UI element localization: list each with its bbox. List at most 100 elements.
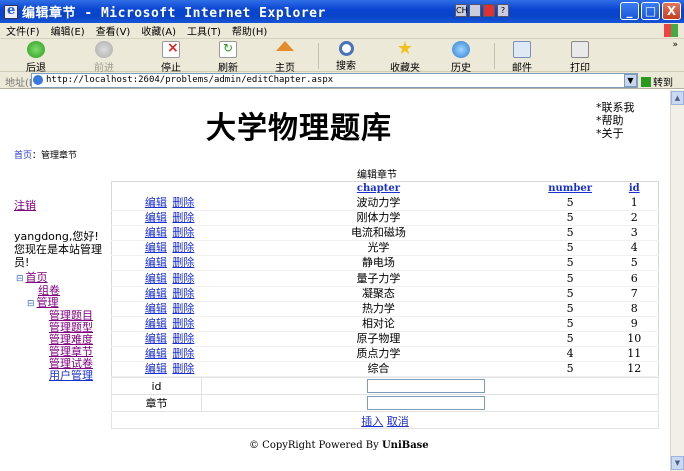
grid-header-chapter[interactable]: chapter: [227, 181, 530, 196]
menu-favorites[interactable]: 收藏(A): [141, 23, 176, 38]
menu-help[interactable]: 帮助(H): [232, 23, 267, 38]
chapter-input[interactable]: [367, 396, 485, 411]
delete-link[interactable]: 删除: [172, 272, 194, 285]
edit-link[interactable]: 编辑: [145, 302, 167, 315]
id-cell: 5: [610, 255, 659, 272]
number-cell: 5: [529, 286, 611, 302]
toolbar-overflow-icon[interactable]: »: [672, 40, 678, 50]
edit-link[interactable]: 编辑: [145, 226, 167, 239]
breadcrumb-home-link[interactable]: 首页: [14, 151, 32, 161]
contact-link[interactable]: *联系我: [596, 101, 635, 114]
edit-link[interactable]: 编辑: [145, 241, 167, 254]
delete-link[interactable]: 删除: [172, 287, 194, 300]
delete-link[interactable]: 删除: [172, 302, 194, 315]
edit-link[interactable]: 编辑: [145, 211, 167, 224]
address-input[interactable]: http://localhost:2604/problems/admin/edi…: [31, 73, 638, 88]
edit-link[interactable]: 编辑: [145, 272, 167, 285]
tree-manage-users[interactable]: 用户管理: [49, 369, 93, 382]
number-cell: 5: [529, 331, 611, 347]
menu-edit[interactable]: 编辑(E): [51, 23, 85, 38]
delete-link[interactable]: 删除: [172, 211, 194, 224]
scroll-up-icon[interactable]: ▲: [671, 91, 684, 105]
tree-collapse-icon[interactable]: ⊟: [27, 299, 35, 309]
window-controls: _ □ X: [620, 2, 681, 20]
menu-tools[interactable]: 工具(T): [187, 23, 221, 38]
vertical-scrollbar[interactable]: ▲ ▼: [670, 90, 684, 471]
tree-collapse-icon[interactable]: ⊟: [16, 274, 24, 284]
delete-link[interactable]: 删除: [172, 332, 194, 345]
tree-manage-link[interactable]: 管理: [37, 296, 59, 309]
home-button[interactable]: 主页: [265, 41, 305, 74]
number-cell: 5: [529, 255, 611, 272]
windows-logo-icon: [664, 24, 678, 37]
edit-link[interactable]: 编辑: [145, 287, 167, 300]
chapter-cell: 凝聚态: [227, 286, 530, 302]
chapter-cell: 综合: [227, 361, 530, 378]
star-icon: ★: [396, 38, 414, 59]
ie-icon: [4, 3, 18, 19]
scroll-down-icon[interactable]: ▼: [671, 456, 684, 470]
about-link[interactable]: *关于: [596, 127, 635, 140]
tray-app-icon[interactable]: [469, 4, 481, 17]
delete-link[interactable]: 删除: [172, 256, 194, 269]
insert-link[interactable]: 插入: [361, 415, 383, 428]
logout-link[interactable]: 注销: [14, 197, 104, 213]
search-button[interactable]: 搜索: [326, 41, 366, 72]
table-row: 编辑 删除 刚体力学 5 2: [111, 210, 659, 227]
delete-link[interactable]: 删除: [172, 347, 194, 360]
forward-button[interactable]: 前进: [84, 41, 124, 74]
table-row: 编辑 删除 光学 5 4: [111, 240, 659, 257]
number-cell: 5: [529, 316, 611, 332]
page-content: 大学物理题库 *联系我 *帮助 *关于 首页：管理章节 注销 yangdong,…: [0, 90, 670, 471]
chapter-cell: 电流和磁场: [227, 225, 530, 242]
delete-link[interactable]: 删除: [172, 362, 194, 375]
breadcrumb: 首页：管理章节: [14, 148, 77, 161]
menu-view[interactable]: 查看(V): [96, 23, 131, 38]
maximize-button[interactable]: □: [641, 2, 660, 20]
back-button[interactable]: 后退: [16, 41, 56, 74]
go-button[interactable]: 转到: [641, 74, 673, 89]
tray-close-icon[interactable]: [483, 4, 495, 17]
toolbar-separator: [318, 43, 319, 69]
grid-header-number[interactable]: number: [529, 181, 611, 196]
refresh-button[interactable]: 刷新: [208, 41, 248, 74]
tray-help-icon[interactable]: ?: [497, 4, 509, 17]
edit-link[interactable]: 编辑: [145, 256, 167, 269]
id-cell: 9: [610, 316, 659, 332]
row-actions: 编辑 删除: [111, 301, 228, 317]
id-cell: 4: [610, 240, 659, 257]
history-button[interactable]: 历史: [441, 41, 481, 74]
address-dropdown-icon[interactable]: ▼: [624, 74, 637, 87]
edit-link[interactable]: 编辑: [145, 332, 167, 345]
form-actions: 插入 取消: [111, 413, 659, 429]
edit-link[interactable]: 编辑: [145, 317, 167, 330]
table-row: 编辑 删除 质点力学 4 11: [111, 346, 659, 363]
tree-home-link[interactable]: 首页: [26, 271, 48, 284]
insert-form: id 章节: [111, 377, 659, 412]
delete-link[interactable]: 删除: [172, 196, 194, 209]
ime-icon[interactable]: CH: [455, 4, 468, 17]
top-links: *联系我 *帮助 *关于: [596, 101, 635, 140]
title-tray-icons: CH ?: [455, 4, 509, 19]
stop-button[interactable]: 停止: [151, 40, 191, 74]
grid-header-id[interactable]: id: [610, 181, 659, 196]
delete-link[interactable]: 删除: [172, 226, 194, 239]
edit-link[interactable]: 编辑: [145, 347, 167, 360]
minimize-button[interactable]: _: [620, 2, 639, 20]
print-button[interactable]: 打印: [560, 41, 600, 74]
mail-button[interactable]: 邮件: [502, 41, 542, 74]
row-actions: 编辑 删除: [111, 316, 228, 332]
help-link[interactable]: *帮助: [596, 114, 635, 127]
menu-file[interactable]: 文件(F): [6, 23, 40, 38]
edit-link[interactable]: 编辑: [145, 362, 167, 375]
close-button[interactable]: X: [662, 2, 681, 20]
favorites-button[interactable]: ★ 收藏夹: [385, 38, 425, 75]
id-input[interactable]: [367, 379, 485, 394]
edit-link[interactable]: 编辑: [145, 196, 167, 209]
cancel-link[interactable]: 取消: [387, 415, 409, 428]
delete-link[interactable]: 删除: [172, 241, 194, 254]
delete-link[interactable]: 删除: [172, 317, 194, 330]
row-actions: 编辑 删除: [111, 255, 228, 272]
table-row: 编辑 删除 电流和磁场 5 3: [111, 225, 659, 242]
toolbar-separator: [494, 43, 495, 69]
